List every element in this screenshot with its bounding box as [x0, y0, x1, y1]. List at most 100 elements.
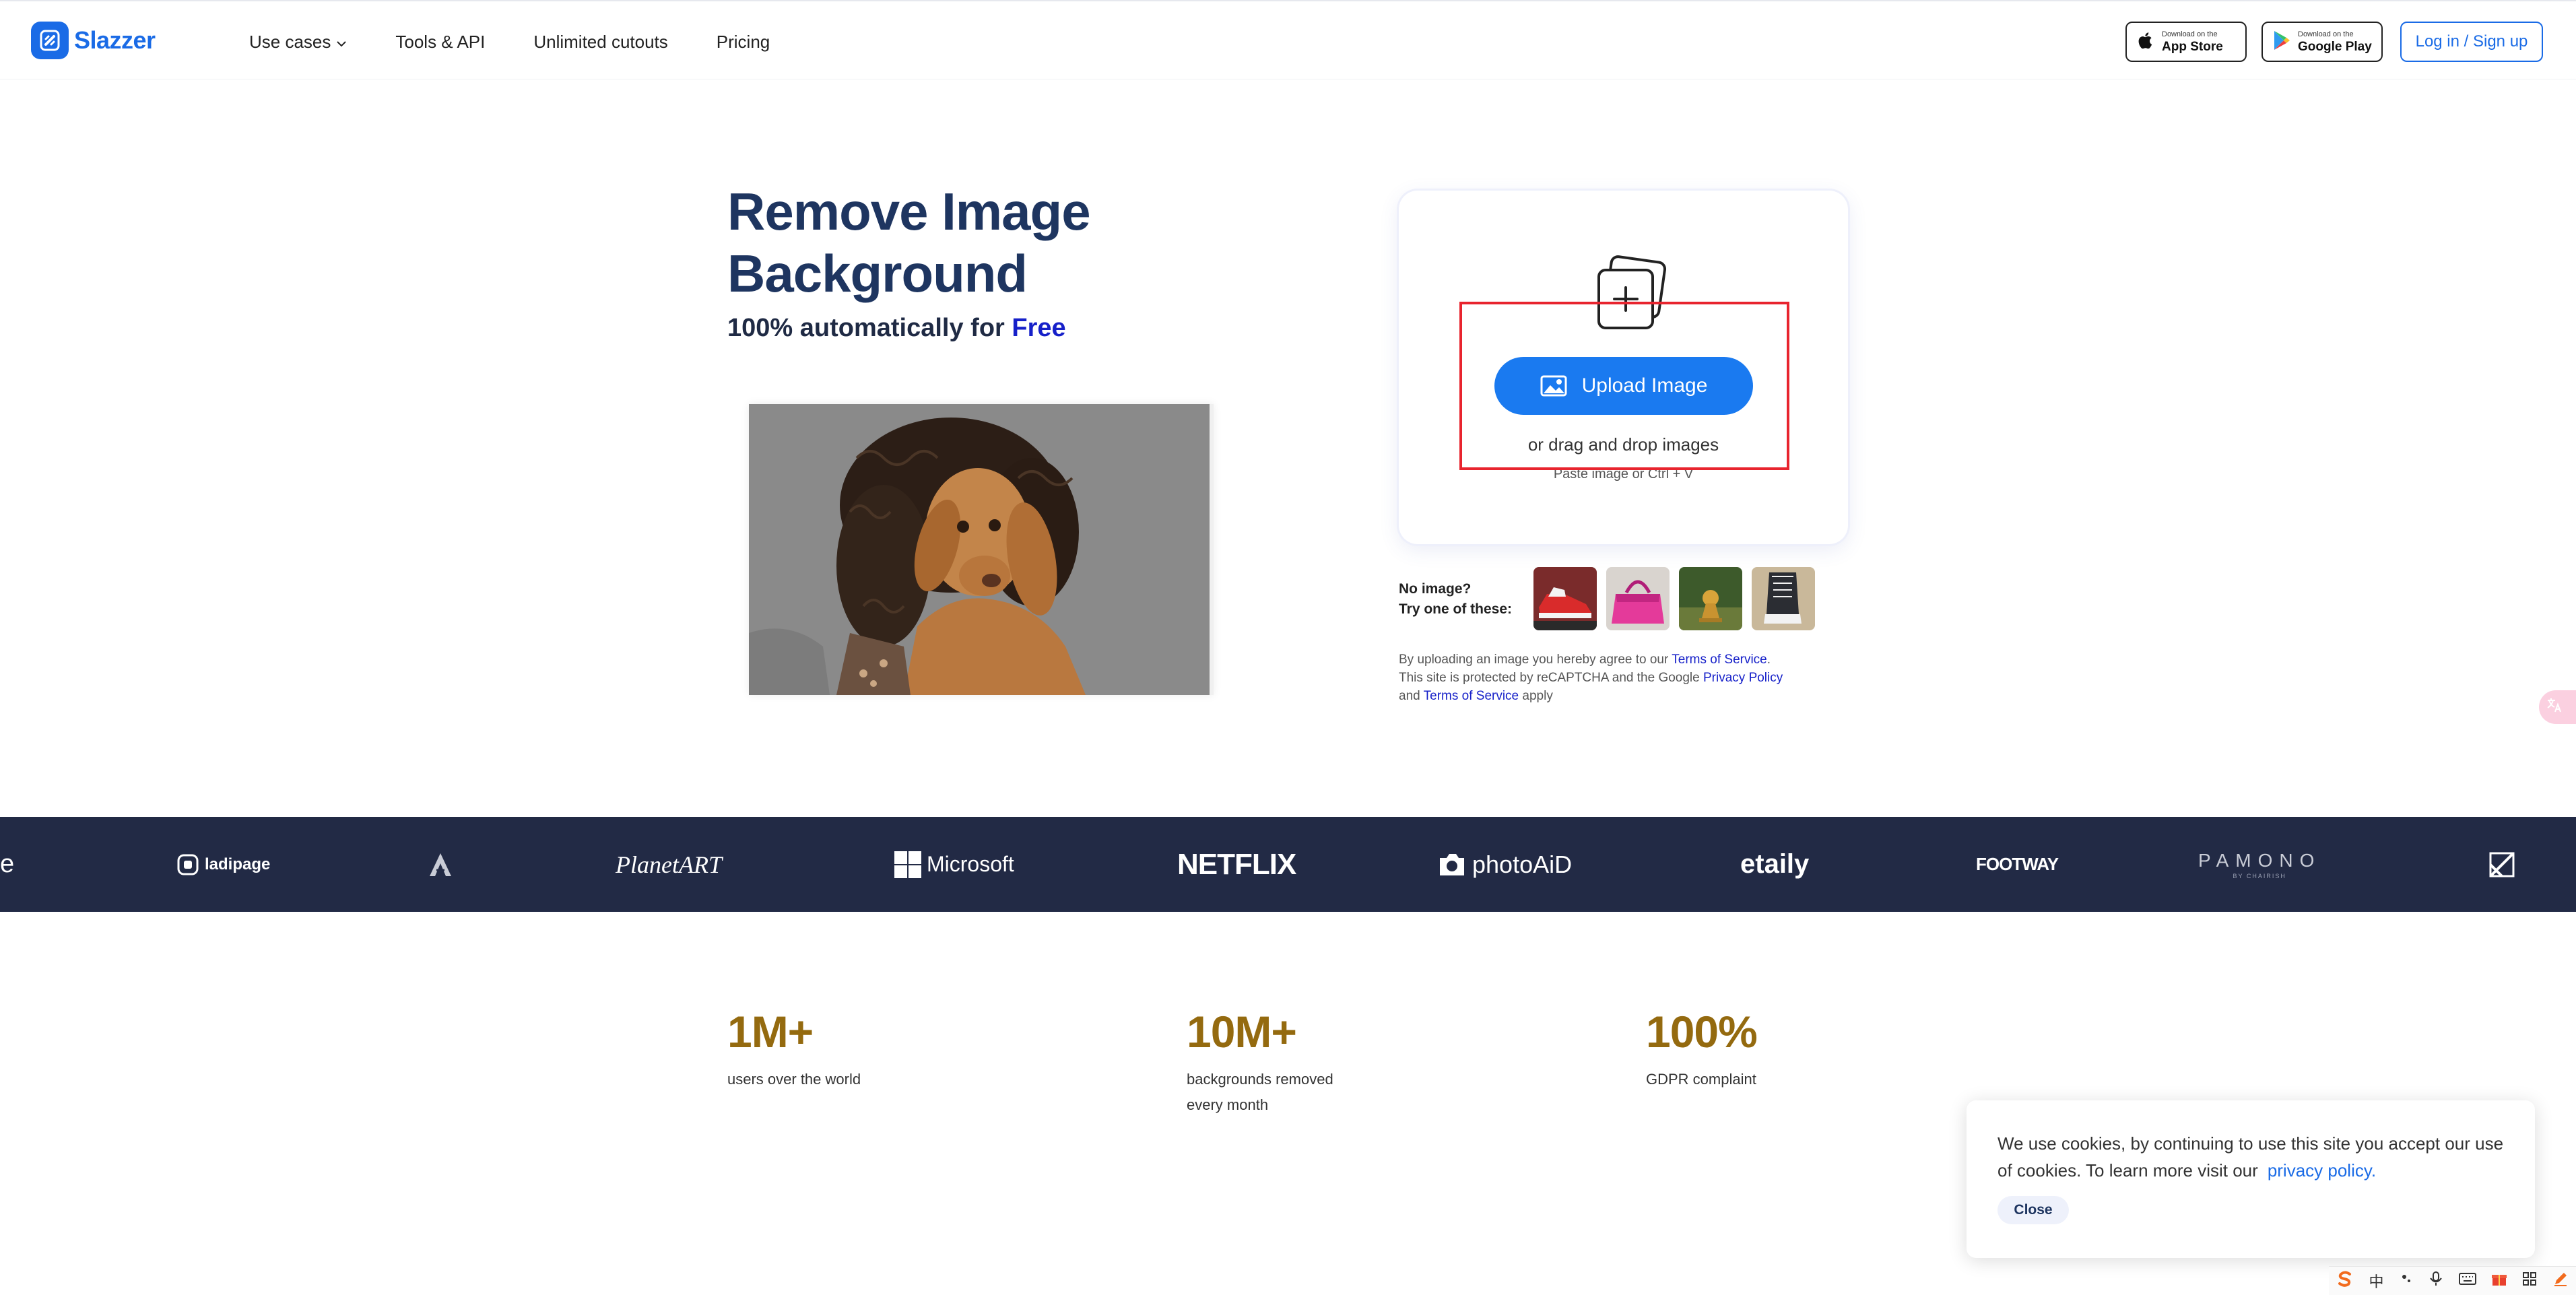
- stat-backgrounds-value: 10M+: [1187, 1007, 1297, 1057]
- terms-of-service-link-2[interactable]: Terms of Service: [1424, 689, 1519, 703]
- hero-title-line1: Remove Image: [727, 182, 1091, 241]
- brand-pamono: PAMONO BY CHAIRISH: [2198, 817, 2321, 912]
- sample-prompt: No image? Try one of these:: [1399, 579, 1512, 620]
- brand-planetart: PlanetART: [616, 817, 722, 912]
- legal-text-5: apply: [1519, 689, 1553, 703]
- sample-black-sneaker[interactable]: [1752, 567, 1815, 630]
- brand-etaily: etaily: [1740, 817, 1809, 912]
- app-store-label: App Store: [2162, 39, 2223, 54]
- terms-of-service-link[interactable]: Terms of Service: [1672, 653, 1766, 667]
- brand-photoaid-text: photoAiD: [1472, 850, 1573, 878]
- sample-images: [1533, 567, 1824, 630]
- cookie-text: We use cookies, by continuing to use thi…: [1997, 1130, 2516, 1184]
- stat-backgrounds-label: backgrounds removed every month: [1187, 1071, 1333, 1113]
- brand-slash-logo: [2488, 817, 2516, 912]
- sample-prompt-line2: Try one of these:: [1399, 601, 1513, 617]
- privacy-policy-link[interactable]: Privacy Policy: [1703, 671, 1783, 685]
- cookie-banner: We use cookies, by continuing to use thi…: [1967, 1100, 2535, 1258]
- hero-subtitle: 100% automatically for Free: [727, 314, 1066, 343]
- chevron-down-icon: [336, 32, 347, 53]
- mic-icon[interactable]: [2429, 1271, 2443, 1291]
- nav-use-cases[interactable]: Use cases: [249, 28, 347, 55]
- stat-users-label: users over the world: [727, 1071, 861, 1088]
- brand-pamono-subtext: BY CHAIRISH: [2233, 872, 2286, 879]
- nav-tools-api-label: Tools & API: [395, 31, 486, 52]
- apple-icon: [2136, 30, 2155, 55]
- cookie-message: We use cookies, by continuing to use thi…: [1997, 1133, 2504, 1181]
- hero-title-line2: Background: [727, 244, 1028, 303]
- stat-gdpr-value: 100%: [1646, 1007, 1758, 1057]
- stat-gdpr: 100% GDPR complaint: [1646, 1006, 1835, 1092]
- sogou-icon[interactable]: [2336, 1270, 2354, 1292]
- grid-icon[interactable]: [2522, 1271, 2537, 1290]
- brand-ladipage-text: ladipage: [205, 855, 271, 873]
- system-tray: 中: [2329, 1266, 2576, 1295]
- nav-use-cases-label: Use cases: [249, 31, 331, 52]
- slazzer-logo-icon: [31, 22, 69, 59]
- google-play-small-text: Download on the: [2298, 30, 2354, 38]
- google-play-button[interactable]: Download on the Google Play: [2261, 22, 2383, 62]
- client-logo-strip: e ladipage PlanetART Microsoft NETFLIX p…: [0, 817, 2576, 912]
- brand-a-logo: [427, 817, 454, 912]
- brand-partial-text: e: [0, 850, 15, 878]
- brand-photoaid: photoAiD: [1437, 817, 1572, 912]
- legal-notice: By uploading an image you hereby agree t…: [1399, 651, 1857, 705]
- sample-red-sneaker[interactable]: [1533, 567, 1597, 630]
- camera-logo-icon: [1440, 853, 1464, 875]
- brand-footway: FOOTWAY: [1976, 817, 2059, 912]
- brand-pamono-text: PAMONO: [2198, 849, 2321, 871]
- nav-pricing[interactable]: Pricing: [717, 28, 770, 55]
- translate-icon: [2546, 696, 2563, 718]
- brand-netflix: NETFLIX: [1177, 817, 1296, 912]
- ime-language-indicator[interactable]: 中: [2369, 1270, 2384, 1292]
- logo-text: Slazzer: [74, 26, 156, 54]
- login-signup-button[interactable]: Log in / Sign up: [2400, 22, 2543, 62]
- slazzer-logo[interactable]: Slazzer: [31, 22, 156, 59]
- brand-microsoft-text: Microsoft: [927, 852, 1014, 876]
- nav-unlimited-cutouts[interactable]: Unlimited cutouts: [533, 28, 667, 55]
- site-header: Slazzer Use cases Tools & API Unlimited …: [0, 0, 2576, 79]
- google-play-icon: [2272, 30, 2291, 55]
- google-play-label: Google Play: [2298, 39, 2372, 54]
- legal-text-3: This site is protected by reCAPTCHA and …: [1399, 671, 1703, 685]
- sample-prompt-line1: No image?: [1399, 581, 1472, 597]
- sample-pink-handbag[interactable]: [1606, 567, 1670, 630]
- legal-text-1: By uploading an image you hereby agree t…: [1399, 653, 1672, 667]
- nav-pricing-label: Pricing: [716, 31, 770, 52]
- main-nav: Use cases Tools & API Unlimited cutouts …: [249, 28, 818, 55]
- highlight-box: [1459, 302, 1789, 470]
- brand-footway-text: FOOTWAY: [1976, 854, 2059, 874]
- stat-backgrounds: 10M+ backgrounds removed every month: [1187, 1006, 1362, 1118]
- gift-icon[interactable]: [2491, 1271, 2507, 1291]
- legal-text-4: and: [1399, 689, 1424, 703]
- brand-partial: e: [0, 817, 14, 912]
- hero-demo-image: [749, 404, 1214, 695]
- stat-users-value: 1M+: [727, 1007, 814, 1057]
- brand-planetart-text: PlanetART: [616, 851, 722, 878]
- cookie-privacy-link[interactable]: privacy policy.: [2268, 1160, 2376, 1181]
- stat-gdpr-label: GDPR complaint: [1646, 1071, 1756, 1088]
- hero-subtitle-text: 100% automatically for: [727, 314, 1005, 342]
- brand-netflix-text: NETFLIX: [1177, 847, 1296, 881]
- ladipage-logo-icon: [177, 854, 199, 875]
- a-logo-icon: [430, 853, 451, 876]
- stat-users: 1M+ users over the world: [727, 1006, 916, 1092]
- cookie-close-button[interactable]: Close: [1997, 1196, 2069, 1224]
- translate-widget[interactable]: [2539, 690, 2576, 724]
- brand-ladipage: ladipage: [176, 817, 270, 912]
- nav-unlimited-cutouts-label: Unlimited cutouts: [533, 31, 668, 52]
- brand-etaily-text: etaily: [1740, 849, 1810, 879]
- hero-title: Remove Image Background: [727, 180, 1199, 304]
- hero-subtitle-free: Free: [1012, 314, 1066, 342]
- pen-icon[interactable]: [2552, 1271, 2569, 1291]
- slash-logo-icon: [2489, 852, 2515, 877]
- microsoft-logo-icon: [894, 851, 921, 878]
- dot-icon[interactable]: [2399, 1271, 2414, 1290]
- app-store-small-text: Download on the: [2162, 30, 2218, 38]
- sample-bronze-figurine[interactable]: [1679, 567, 1742, 630]
- nav-tools-api[interactable]: Tools & API: [395, 28, 485, 55]
- keyboard-icon[interactable]: [2458, 1272, 2476, 1290]
- legal-text-2: .: [1766, 653, 1771, 667]
- app-store-button[interactable]: Download on the App Store: [2125, 22, 2247, 62]
- brand-microsoft: Microsoft: [894, 817, 1014, 912]
